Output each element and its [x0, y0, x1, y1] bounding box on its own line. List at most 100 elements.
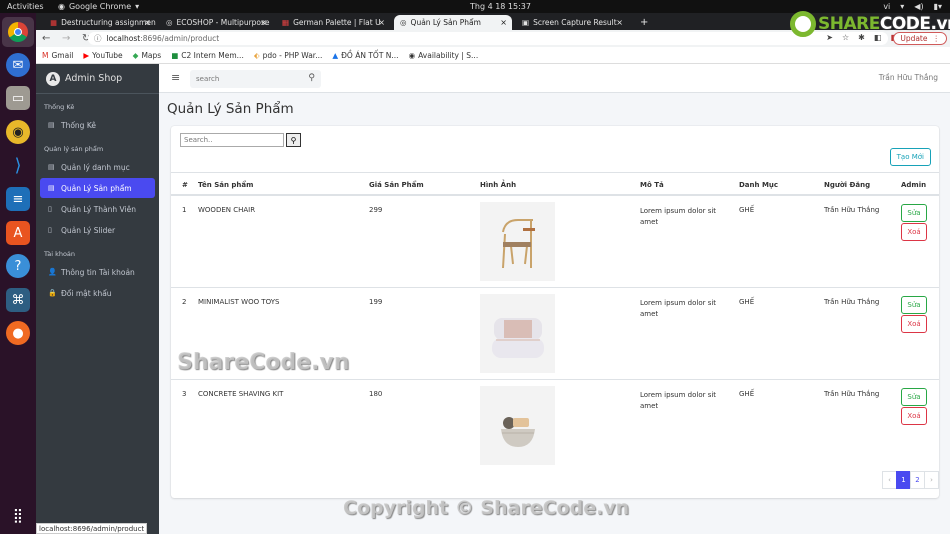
search-icon: ⚲ — [290, 135, 297, 145]
info-icon: ⓘ — [94, 34, 102, 43]
table-row: 3 CONCRETE SHAVING KIT 180 Lorem ipsum d… — [171, 380, 939, 472]
bookmark-availability[interactable]: ◉ Availability | S... — [409, 51, 479, 60]
browser-tab[interactable]: ▦ German Palette | Flat U × — [276, 15, 390, 30]
bookmark-gmail[interactable]: M Gmail — [42, 51, 73, 60]
files-icon[interactable]: ▭ — [6, 86, 30, 110]
brand-logo-icon: A — [46, 71, 60, 86]
row-id: 3 — [182, 390, 187, 398]
table-row: 1 WOODEN CHAIR 299 Lorem ipsum dolor sit… — [171, 196, 939, 288]
rhythmbox-icon[interactable]: ◉ — [6, 120, 30, 144]
help-icon[interactable]: ? — [6, 254, 30, 278]
column-header: Danh Mục — [739, 181, 779, 189]
product-category: GHẾ — [739, 206, 755, 214]
navbar-search-input[interactable]: search ⚲ — [190, 70, 321, 88]
sidebar-section-title: Thống Kê — [44, 103, 75, 111]
vscode-icon[interactable]: ⟩ — [6, 153, 30, 177]
file-icon: ▯ — [48, 205, 52, 213]
table-search-input[interactable]: Search.. — [180, 133, 284, 147]
gmail-icon: M — [42, 50, 49, 60]
main-navbar: ≡ search ⚲ Trần Hữu Thắng — [159, 64, 950, 93]
close-tab-icon[interactable]: × — [500, 18, 507, 27]
bookmark-youtube[interactable]: ▶ YouTube — [83, 51, 122, 60]
volume-icon: ◀) — [914, 2, 924, 11]
chrome-dock-icon[interactable] — [2, 17, 34, 47]
row-id: 2 — [182, 298, 187, 306]
browser-tab-active[interactable]: ◎ Quản Lý Sản Phẩm × — [394, 15, 512, 30]
hamburger-menu-icon[interactable]: ≡ — [171, 71, 180, 84]
pagination-page[interactable]: 2 — [910, 471, 925, 489]
drive-icon: ▲ — [332, 50, 339, 60]
edit-button[interactable]: Sửa — [901, 388, 927, 406]
sharecode-watermark: ShareCode.vn — [177, 350, 350, 375]
app-menu[interactable]: ◉ Google Chrome ▾ — [58, 2, 139, 11]
chat-icon: ■ — [171, 50, 179, 60]
software-center-icon[interactable]: A — [6, 221, 30, 245]
table-header: # Tên Sản phẩm Giá Sản Phẩm Hình Ảnh Mô … — [171, 172, 939, 196]
products-card: Search.. ⚲ Tạo Mới # Tên Sản phẩm Giá Sả… — [171, 126, 939, 498]
maps-icon: ◆ — [132, 50, 139, 60]
user-name[interactable]: Trần Hữu Thắng — [879, 73, 938, 82]
sidebar-item-categories[interactable]: ▤ Quản lý danh mục — [40, 157, 155, 177]
mysql-workbench-icon[interactable]: ⌘ — [6, 288, 30, 312]
sharecode-logo-watermark: SHARECODE.vn — [790, 11, 950, 37]
create-button[interactable]: Tạo Mới — [889, 148, 931, 166]
forward-icon[interactable]: → — [62, 33, 76, 44]
browser-tab[interactable]: ◎ ECOSHOP - Multipurpose × — [160, 15, 272, 30]
system-tray[interactable]: vi ▾ ◀) ▮▾ — [883, 2, 942, 11]
close-tab-icon[interactable]: × — [378, 18, 385, 27]
sidebar-item-products[interactable]: ▤ Quản Lý Sản phẩm — [40, 178, 155, 198]
brand[interactable]: A Admin Shop — [36, 64, 159, 94]
php-icon: ⬖ — [253, 50, 260, 60]
close-tab-icon[interactable]: × — [144, 18, 151, 27]
browser-tab[interactable]: ▣ Screen Capture Result × — [516, 15, 628, 30]
delete-button[interactable]: Xoá — [901, 407, 927, 425]
product-name: CONCRETE SHAVING KIT — [198, 390, 284, 398]
activities-button[interactable]: Activities — [7, 2, 44, 11]
product-description: Lorem ipsum dolor sit amet — [640, 299, 717, 318]
edit-button[interactable]: Sửa — [901, 296, 927, 314]
list-icon: ▤ — [48, 184, 55, 192]
pagination: ‹ 1 2 › — [882, 471, 939, 489]
sidebar-item-slider[interactable]: ▯ Quản Lý Slider — [40, 220, 155, 240]
browser-tab[interactable]: ■ Destructuring assignmen × — [44, 15, 156, 30]
file-icon: ▯ — [48, 226, 52, 234]
back-icon[interactable]: ← — [42, 33, 56, 44]
delete-button[interactable]: Xoá — [901, 315, 927, 333]
sidebar-item-account-info[interactable]: 👤 Thông tin Tài khoản — [40, 262, 155, 282]
bookmark-do-an[interactable]: ▲ ĐỒ ÁN TỐT N... — [332, 51, 398, 60]
product-image-armchair — [480, 294, 555, 373]
product-author: Trần Hữu Thắng — [824, 390, 880, 398]
writer-icon[interactable]: ≡ — [6, 187, 30, 211]
sharecode-logo-icon — [790, 11, 816, 37]
bookmark-pdo[interactable]: ⬖ pdo - PHP War... — [254, 51, 323, 60]
clock[interactable]: Thg 4 18 15:37 — [470, 2, 531, 11]
table-search-button[interactable]: ⚲ — [286, 133, 301, 147]
app-grid-icon[interactable]: ⣿ — [6, 504, 30, 528]
product-description: Lorem ipsum dolor sit amet — [640, 207, 717, 226]
close-tab-icon[interactable]: × — [260, 18, 267, 27]
copyright-watermark: Copyright © ShareCode.vn — [343, 497, 630, 519]
camera-icon: ▣ — [522, 18, 530, 27]
edit-button[interactable]: Sửa — [901, 204, 927, 222]
pagination-page[interactable]: 1 — [896, 471, 911, 489]
close-tab-icon[interactable]: × — [616, 18, 623, 27]
sidebar-item-members[interactable]: ▯ Quản Lý Thành Viên — [40, 199, 155, 219]
thunderbird-icon[interactable]: ✉ — [6, 53, 30, 77]
pagination-next[interactable]: › — [924, 471, 939, 489]
pagination-prev[interactable]: ‹ — [882, 471, 897, 489]
language-indicator[interactable]: vi — [883, 2, 890, 11]
battery-icon: ▮▾ — [933, 2, 942, 11]
bookmark-maps[interactable]: ◆ Maps — [133, 51, 162, 60]
sidebar-item-change-password[interactable]: 🔒 Đổi mật khẩu — [40, 283, 155, 303]
url-input[interactable]: ⓘ localhost:8696/admin/product — [88, 32, 888, 45]
bookmark-c2[interactable]: ■ C2 Intern Mem... — [171, 51, 244, 60]
sidebar-item-statistics[interactable]: ▤ Thống Kê — [40, 115, 155, 135]
column-header: Hình Ảnh — [480, 181, 517, 189]
sidebar-section-title: Quản lý sản phẩm — [44, 145, 104, 153]
delete-button[interactable]: Xoá — [901, 223, 927, 241]
column-header: Admin — [901, 181, 927, 189]
search-icon[interactable]: ⚲ — [308, 73, 315, 83]
new-tab-button[interactable]: + — [634, 15, 648, 30]
product-author: Trần Hữu Thắng — [824, 298, 880, 306]
firefox-icon[interactable]: ● — [6, 321, 30, 345]
